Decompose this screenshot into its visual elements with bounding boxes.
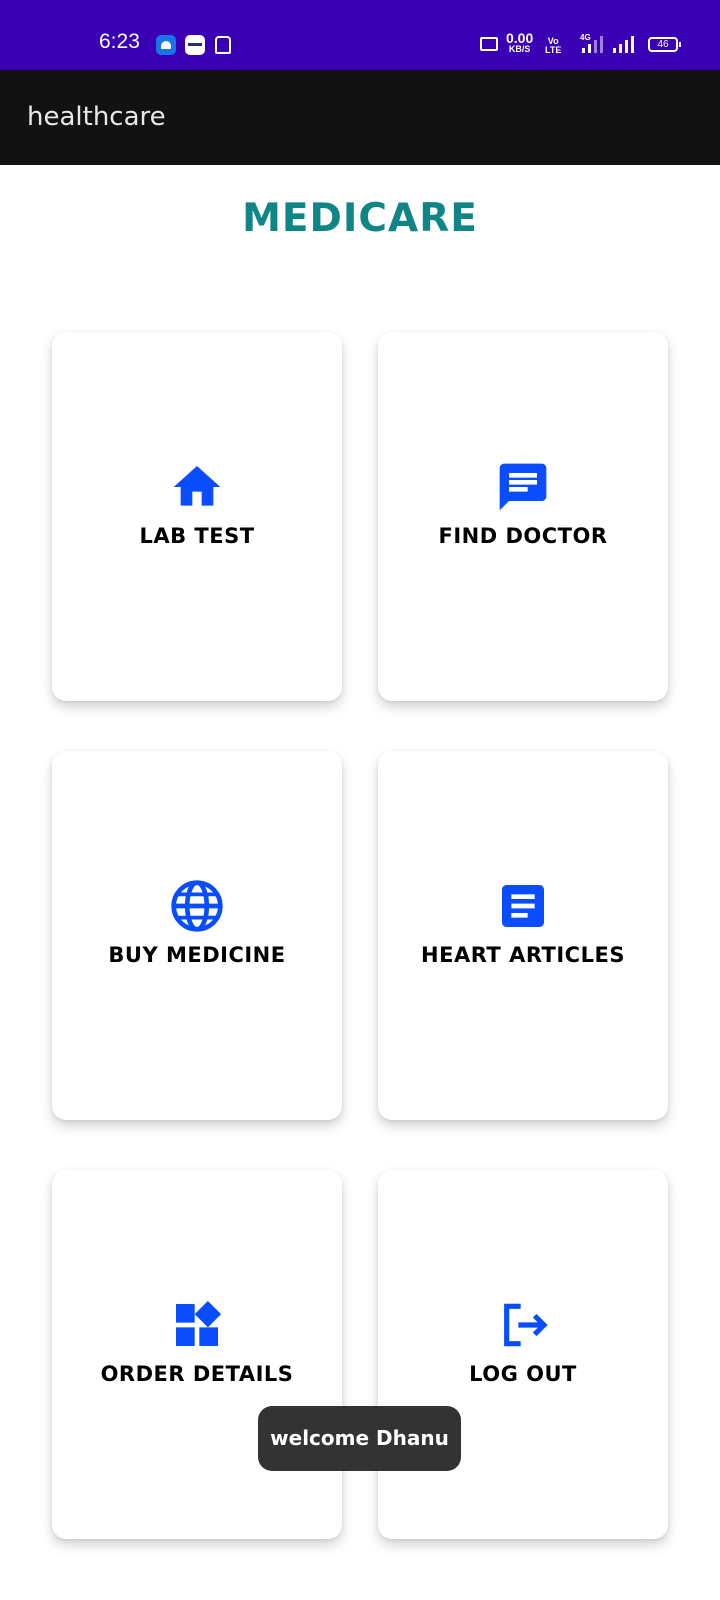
signal-strength-icon xyxy=(580,36,606,53)
paytm-notification-icon xyxy=(185,35,205,55)
network-speed-unit: KB/S xyxy=(508,44,531,54)
signal-strength-icon-sim2 xyxy=(613,36,639,53)
page-heading: MEDICARE xyxy=(242,196,478,241)
order-details-label: ORDER DETAILS xyxy=(100,1362,294,1386)
lab-test-label: LAB TEST xyxy=(139,524,255,548)
globe-icon xyxy=(169,878,225,934)
heart-articles-card[interactable]: HEART ARTICLES xyxy=(378,751,668,1120)
network-speed: 0.00 KB/S xyxy=(506,31,533,54)
lab-test-card[interactable]: LAB TEST xyxy=(52,332,342,701)
logout-icon xyxy=(495,1297,551,1353)
home-icon xyxy=(169,459,225,515)
volte-indicator: Vo LTE xyxy=(545,37,561,55)
widgets-icon xyxy=(169,1297,225,1353)
log-out-card[interactable]: LOG OUT xyxy=(378,1170,668,1539)
network-speed-value: 0.00 xyxy=(506,30,534,46)
train-notification-icon xyxy=(215,36,231,54)
heart-articles-label: HEART ARTICLES xyxy=(421,943,625,967)
order-details-card[interactable]: ORDER DETAILS xyxy=(52,1170,342,1539)
message-icon xyxy=(495,459,551,515)
app-bar: healthcare xyxy=(0,70,720,165)
volte-line2: LTE xyxy=(545,45,562,55)
android-notification-icon xyxy=(156,35,176,55)
log-out-label: LOG OUT xyxy=(469,1362,577,1386)
status-bar: 6:23 0.00 KB/S Vo LTE 4G 46 xyxy=(0,0,720,70)
find-doctor-card[interactable]: FIND DOCTOR xyxy=(378,332,668,701)
app-title: healthcare xyxy=(27,102,166,132)
buy-medicine-card[interactable]: BUY MEDICINE xyxy=(52,751,342,1120)
article-icon xyxy=(495,878,551,934)
battery-icon: 46 xyxy=(648,37,681,52)
buy-medicine-label: BUY MEDICINE xyxy=(108,943,286,967)
find-doctor-label: FIND DOCTOR xyxy=(438,524,608,548)
status-time: 6:23 xyxy=(99,30,140,53)
data-saver-icon xyxy=(480,37,498,51)
welcome-toast: welcome Dhanu xyxy=(258,1406,461,1471)
